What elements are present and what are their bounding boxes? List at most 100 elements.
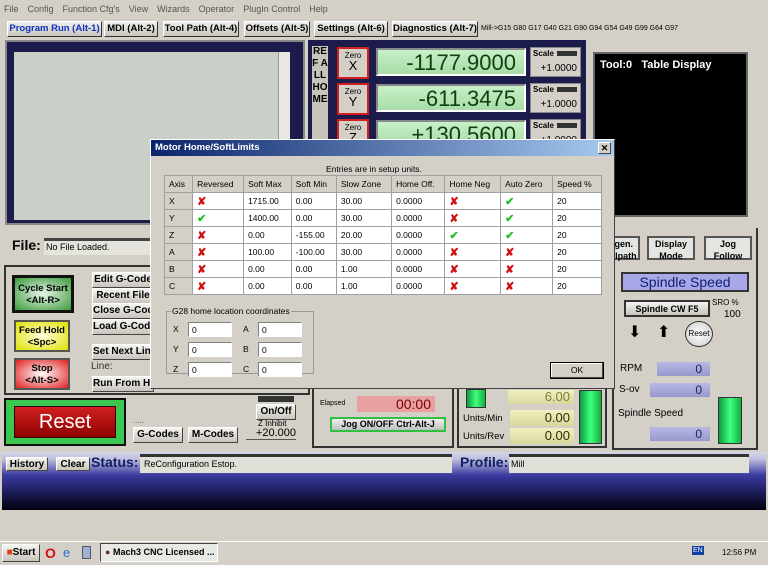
edit-gcode-button[interactable]: Edit G-Code <box>92 272 154 288</box>
tab-3[interactable]: Offsets (Alt-5) <box>244 21 310 37</box>
taskbar-task-mach3[interactable]: ● Mach3 CNC Licensed ... <box>100 543 218 562</box>
flag-cell[interactable]: ✘ <box>500 260 554 278</box>
gcodes-button[interactable]: G-Codes <box>133 427 183 443</box>
z-inhibit-value[interactable]: +20.000 <box>246 427 296 440</box>
zero-x-button[interactable]: Zero X <box>337 47 369 79</box>
value-cell[interactable]: 0.0000 <box>391 226 446 244</box>
opera-icon[interactable]: O <box>45 545 56 561</box>
stop-button[interactable]: Stop <Alt-S> <box>14 358 70 390</box>
close-gcode-button[interactable]: Close G-Code <box>92 303 154 319</box>
ie-icon[interactable]: e <box>63 545 70 560</box>
flag-cell[interactable]: ✘ <box>500 277 554 295</box>
value-cell[interactable]: 1.00 <box>335 277 393 295</box>
spindle-up-icon[interactable]: ⬆ <box>657 322 670 342</box>
g28-a-input[interactable]: 0 <box>258 322 302 337</box>
value-cell[interactable]: 0.0000 <box>391 243 446 261</box>
value-cell[interactable]: -155.00 <box>290 226 337 244</box>
flag-cell[interactable]: ✔ <box>500 209 554 227</box>
clear-button[interactable]: Clear <box>56 457 90 471</box>
value-cell[interactable]: 0.00 <box>290 192 337 210</box>
spindle-reset-button[interactable]: Reset <box>685 321 713 347</box>
value-cell[interactable]: 20 <box>552 260 602 278</box>
cycle-start-button[interactable]: Cycle Start <Alt-R> <box>12 275 74 313</box>
value-cell[interactable]: 20.00 <box>335 226 393 244</box>
value-cell[interactable]: 0.00 <box>290 277 337 295</box>
flag-cell[interactable]: ✔ <box>500 226 554 244</box>
flag-cell[interactable]: ✘ <box>500 243 554 261</box>
value-cell[interactable]: 30.00 <box>335 243 393 261</box>
language-indicator[interactable]: EN <box>692 546 704 555</box>
start-button[interactable]: ■Start <box>2 544 40 562</box>
g28-c-input[interactable]: 0 <box>258 362 302 377</box>
ok-button[interactable]: OK <box>550 362 604 379</box>
flag-cell[interactable]: ✘ <box>444 209 502 227</box>
flag-cell[interactable]: ✘ <box>444 243 502 261</box>
flag-cell[interactable]: ✘ <box>192 260 245 278</box>
flag-cell[interactable]: ✘ <box>444 192 502 210</box>
flag-cell[interactable]: ✔ <box>500 192 554 210</box>
menu-help[interactable]: Help <box>309 4 328 14</box>
value-cell[interactable]: 0.00 <box>243 226 292 244</box>
flag-cell[interactable]: ✘ <box>192 226 245 244</box>
jog-onoff-button[interactable]: Jog ON/OFF Ctrl-Alt-J <box>330 417 446 432</box>
close-icon[interactable]: ✕ <box>598 142 611 154</box>
tab-1[interactable]: MDI (Alt-2) <box>104 21 158 37</box>
menu-function-cfg-s[interactable]: Function Cfg's <box>63 4 120 14</box>
menu-plugin-control[interactable]: PlugIn Control <box>243 4 300 14</box>
scale-value[interactable]: +1.0000 <box>541 63 577 74</box>
set-next-line-button[interactable]: Set Next Line <box>92 344 154 360</box>
display-mode-button[interactable]: Display Mode <box>647 236 695 261</box>
value-cell[interactable]: 0.00 <box>290 209 337 227</box>
value-cell[interactable]: 0.0000 <box>391 260 446 278</box>
value-cell[interactable]: 20 <box>552 277 602 295</box>
scale-value[interactable]: +1.0000 <box>541 99 577 110</box>
history-button[interactable]: History <box>6 457 48 471</box>
flag-cell[interactable]: ✔ <box>192 209 245 227</box>
flag-cell[interactable]: ✘ <box>192 192 245 210</box>
value-cell[interactable]: 0.0000 <box>391 209 446 227</box>
g28-b-input[interactable]: 0 <box>258 342 302 357</box>
recent-file-button[interactable]: Recent File <box>92 288 154 304</box>
value-cell[interactable]: 100.00 <box>243 243 292 261</box>
feed-hold-button[interactable]: Feed Hold <Spc> <box>14 320 70 352</box>
menu-wizards[interactable]: Wizards <box>157 4 190 14</box>
tab-5[interactable]: Diagnostics (Alt-7) <box>392 21 478 37</box>
run-from-here-button[interactable]: Run From Here <box>92 376 154 392</box>
value-cell[interactable]: 0.00 <box>290 260 337 278</box>
menu-operator[interactable]: Operator <box>199 4 235 14</box>
flag-cell[interactable]: ✘ <box>444 260 502 278</box>
flag-cell[interactable]: ✘ <box>192 243 245 261</box>
value-cell[interactable]: 20 <box>552 192 602 210</box>
ref-all-home-button[interactable]: REF ALL HOME <box>312 46 328 146</box>
jog-follow-button[interactable]: Jog Follow <box>704 236 752 261</box>
menu-file[interactable]: File <box>4 4 19 14</box>
z-inhibit-onoff-button[interactable]: On/Off <box>256 404 296 420</box>
value-cell[interactable]: 0.0000 <box>391 277 446 295</box>
flag-cell[interactable]: ✘ <box>192 277 245 295</box>
value-cell[interactable]: 20 <box>552 209 602 227</box>
tab-4[interactable]: Settings (Alt-6) <box>314 21 388 37</box>
dro-x[interactable]: -1177.9000 <box>376 48 526 76</box>
tab-2[interactable]: Tool Path (Alt-4) <box>163 21 239 37</box>
value-cell[interactable]: 20 <box>552 226 602 244</box>
desktop-icon[interactable] <box>82 546 91 559</box>
spindle-down-icon[interactable]: ⬇ <box>628 322 641 342</box>
dro-y[interactable]: -611.3475 <box>376 84 526 112</box>
menu-view[interactable]: View <box>129 4 148 14</box>
flag-cell[interactable]: ✘ <box>444 277 502 295</box>
flag-cell[interactable]: ✔ <box>444 226 502 244</box>
value-cell[interactable]: 0.0000 <box>391 192 446 210</box>
reset-button[interactable]: Reset <box>14 406 116 438</box>
value-cell[interactable]: 30.00 <box>335 192 393 210</box>
load-gcode-button[interactable]: Load G-Code <box>92 319 154 335</box>
value-cell[interactable]: 1715.00 <box>243 192 292 210</box>
g28-y-input[interactable]: 0 <box>188 342 232 357</box>
g28-z-input[interactable]: 0 <box>188 362 232 377</box>
mcodes-button[interactable]: M-Codes <box>188 427 238 443</box>
value-cell[interactable]: 1.00 <box>335 260 393 278</box>
value-cell[interactable]: 20 <box>552 243 602 261</box>
zero-y-button[interactable]: Zero Y <box>337 83 369 115</box>
spindle-cw-button[interactable]: Spindle CW F5 <box>624 300 710 317</box>
value-cell[interactable]: 0.00 <box>243 277 292 295</box>
value-cell[interactable]: 30.00 <box>335 209 393 227</box>
